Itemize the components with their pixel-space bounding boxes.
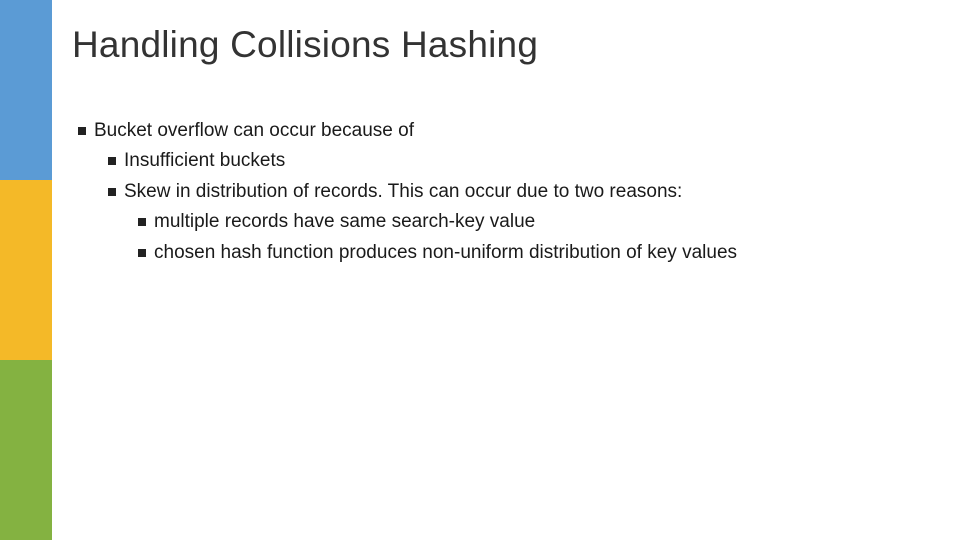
bullet-text: multiple records have same search-key va… [154,207,920,237]
bullet-level2: Insufficient buckets [108,146,920,176]
bullet-square-icon [78,127,86,135]
bullet-text: chosen hash function produces non-unifor… [154,238,920,268]
bullet-text: Bucket overflow can occur because of [94,116,920,146]
accent-stripe-green [0,360,52,540]
bullet-square-icon [138,249,146,257]
slide-body: Bucket overflow can occur because of Ins… [78,116,920,268]
bullet-text: Insufficient buckets [124,146,920,176]
bullet-square-icon [138,218,146,226]
bullet-square-icon [108,188,116,196]
bullet-level2: Skew in distribution of records. This ca… [108,177,920,207]
bullet-level1: Bucket overflow can occur because of [78,116,920,146]
accent-stripe-yellow [0,180,52,360]
accent-stripe-blue [0,0,52,180]
bullet-level3: multiple records have same search-key va… [138,207,920,237]
bullet-level3: chosen hash function produces non-unifor… [138,238,920,268]
accent-sidebar [0,0,52,540]
slide-title: Handling Collisions Hashing [72,24,538,66]
bullet-square-icon [108,157,116,165]
bullet-text: Skew in distribution of records. This ca… [124,177,920,207]
